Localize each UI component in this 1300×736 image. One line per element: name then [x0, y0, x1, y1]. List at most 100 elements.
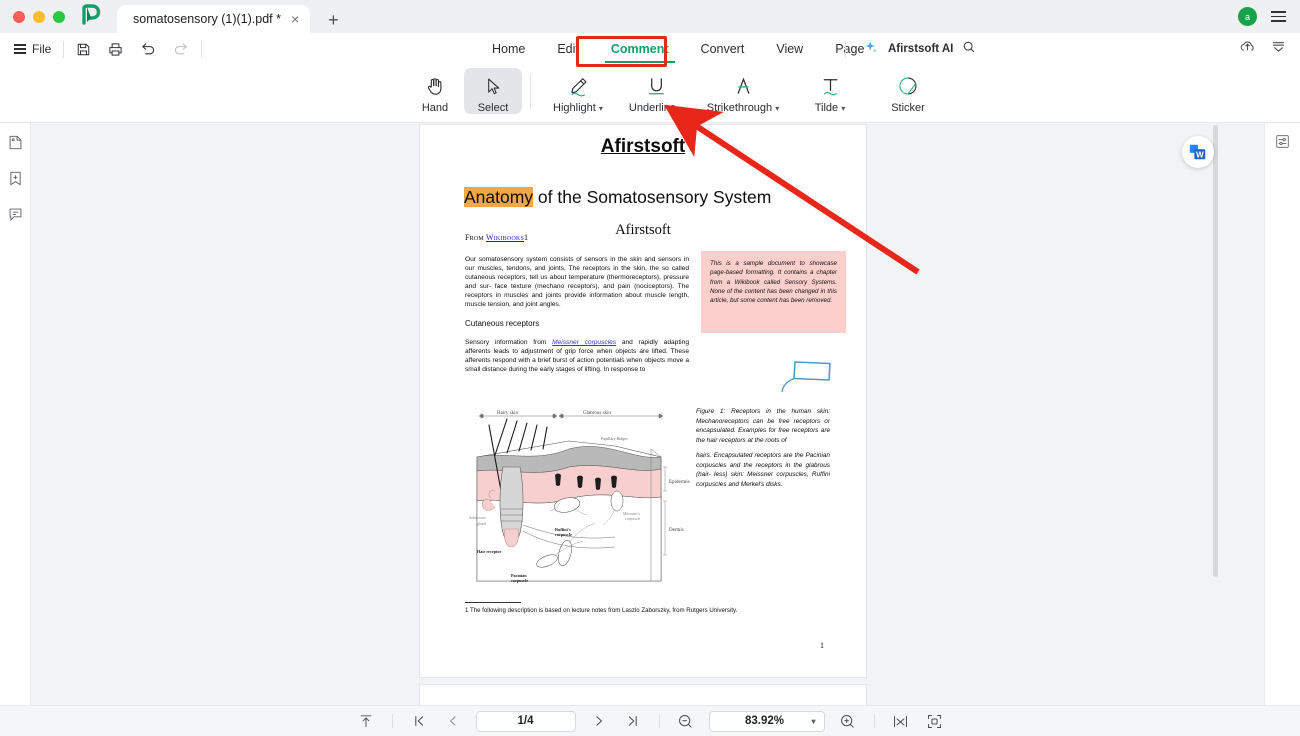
ai-group: Afirstsoft AI — [845, 33, 976, 65]
vertical-scrollbar[interactable] — [1213, 123, 1218, 705]
word-export-icon[interactable]: W — [1182, 136, 1214, 168]
previous-page-icon[interactable] — [442, 710, 464, 732]
tool-strikethrough[interactable]: Strikethrough ▾ — [695, 68, 791, 114]
footnote-text: 1 The following description is based on … — [465, 607, 738, 614]
first-page-icon[interactable] — [408, 710, 430, 732]
divider — [391, 714, 393, 728]
figure-caption-part-1: Figure 1: Receptors in the human skin: M… — [696, 408, 830, 445]
highlighted-word: Anatomy — [464, 187, 534, 207]
window-controls — [0, 11, 65, 33]
svg-text:Papillary Ridges: Papillary Ridges — [601, 436, 628, 441]
properties-panel-icon[interactable] — [1272, 130, 1294, 152]
quick-actions — [76, 41, 189, 57]
cursor-icon — [483, 73, 504, 99]
skin-anatomy-figure: Hairy skin Glabrous skin Papillary Ridge… — [465, 405, 690, 602]
chevron-down-icon[interactable]: ▾ — [679, 104, 683, 113]
svg-text:Glabrous skin: Glabrous skin — [583, 411, 611, 416]
file-menu-icon — [14, 44, 26, 54]
svg-text:Hairy skin: Hairy skin — [497, 411, 518, 416]
tab-strip: somatosensory (1)(1).pdf * × + — [117, 5, 345, 33]
chevron-down-icon[interactable]: ▾ — [775, 104, 779, 113]
page-viewer[interactable]: Afirstsoft Anatomy of the Somatosensory … — [31, 123, 1264, 705]
menu-bar-right — [1239, 33, 1287, 65]
doc-left-column: Our somatosensory system consists of sen… — [465, 255, 689, 380]
doc-page-number: 1 — [820, 641, 824, 650]
divider — [873, 714, 875, 728]
scroll-to-top-icon[interactable] — [355, 710, 377, 732]
svg-text:corpuscle: corpuscle — [625, 516, 641, 521]
last-page-icon[interactable] — [622, 710, 644, 732]
tool-underline-label: Underline — [628, 102, 676, 114]
footnote-rule — [465, 602, 521, 603]
tool-tilde[interactable]: Tilde ▾ — [791, 68, 869, 114]
fit-width-icon[interactable] — [890, 710, 912, 732]
sticker-icon — [897, 73, 919, 99]
undo-icon[interactable] — [140, 41, 156, 57]
tilde-icon — [819, 73, 842, 99]
svg-text:Hair receptor: Hair receptor — [477, 549, 502, 554]
tool-sticker[interactable]: Sticker — [869, 68, 947, 114]
meissner-link[interactable]: Meissner corpuscles — [552, 339, 616, 346]
scrollbar-thumb[interactable] — [1213, 125, 1218, 577]
collapse-ribbon-icon[interactable] — [1270, 38, 1287, 60]
maximize-window-button[interactable] — [53, 11, 65, 23]
divider — [658, 714, 660, 728]
comments-icon[interactable] — [4, 203, 26, 225]
thumbnails-icon[interactable] — [4, 131, 26, 153]
tab-convert[interactable]: Convert — [699, 38, 747, 60]
tab-edit[interactable]: Edit — [555, 38, 581, 60]
upload-cloud-icon[interactable] — [1239, 38, 1256, 60]
next-page-icon[interactable] — [588, 710, 610, 732]
tab-comment[interactable]: Comment — [604, 38, 675, 63]
doc-section-heading: Cutaneous receptors — [465, 319, 540, 329]
minimize-window-button[interactable] — [33, 11, 45, 23]
tool-underline[interactable]: Underline ▾ — [617, 68, 695, 114]
doc-paragraph-2: Sensory information from Meissner corpus… — [465, 338, 689, 374]
zoom-out-icon[interactable] — [675, 710, 697, 732]
document-tab[interactable]: somatosensory (1)(1).pdf * × — [117, 5, 311, 33]
strikethrough-icon — [732, 73, 755, 99]
ai-label[interactable]: Afirstsoft AI — [888, 43, 953, 55]
chevron-down-icon[interactable]: ▾ — [841, 104, 845, 113]
figure-caption-part-2: hairs. Encapsulated receptors are the Pa… — [696, 451, 830, 489]
tab-view[interactable]: View — [774, 38, 805, 60]
figure-caption: Figure 1: Receptors in the human skin: M… — [696, 407, 830, 495]
divider — [530, 74, 531, 108]
fit-page-icon[interactable] — [924, 710, 946, 732]
chevron-down-icon[interactable]: ▾ — [599, 104, 603, 113]
redo-icon[interactable] — [173, 41, 189, 57]
divider — [201, 40, 203, 58]
divider — [63, 40, 65, 58]
tab-home[interactable]: Home — [490, 38, 527, 60]
svg-text:gland: gland — [477, 521, 486, 526]
avatar[interactable]: a — [1238, 7, 1257, 26]
close-tab-icon[interactable]: × — [291, 12, 299, 26]
bookmark-icon[interactable] — [4, 167, 26, 189]
search-icon[interactable] — [962, 40, 976, 59]
main-menu-icon[interactable] — [1271, 11, 1286, 22]
sample-note-box: This is a sample document to showcase pa… — [701, 251, 846, 333]
sparkle-icon — [863, 39, 879, 60]
comment-bubble-icon[interactable] — [780, 359, 834, 400]
app-window: somatosensory (1)(1).pdf * × + a File Ho… — [0, 0, 1300, 736]
tool-hand[interactable]: Hand — [406, 68, 464, 114]
page-number-input[interactable]: 1/4 — [475, 710, 576, 732]
print-icon[interactable] — [108, 42, 123, 57]
file-menu-button[interactable]: File — [14, 42, 51, 56]
svg-text:W: W — [1196, 150, 1204, 159]
save-icon[interactable] — [76, 42, 91, 57]
pdf-page-1[interactable]: Afirstsoft Anatomy of the Somatosensory … — [420, 125, 866, 677]
tool-select[interactable]: Select — [464, 68, 522, 114]
doc-heading: Anatomy of the Somatosensory System — [464, 187, 771, 208]
menu-bar: File Home Edit Comment Convert View Page… — [0, 33, 1300, 65]
zoom-level-select[interactable]: 83.92% ▾ — [708, 710, 825, 732]
new-tab-button[interactable]: + — [322, 11, 345, 29]
highlight-pen-icon — [567, 73, 590, 99]
tool-highlight[interactable]: Highlight ▾ — [539, 68, 617, 114]
file-menu-label: File — [32, 42, 52, 56]
chevron-down-icon[interactable]: ▾ — [811, 717, 815, 726]
close-window-button[interactable] — [13, 11, 25, 23]
pdf-page-2[interactable] — [420, 685, 866, 705]
zoom-in-icon[interactable] — [837, 710, 859, 732]
doc-paragraph-1: Our somatosensory system consists of sen… — [465, 256, 689, 309]
